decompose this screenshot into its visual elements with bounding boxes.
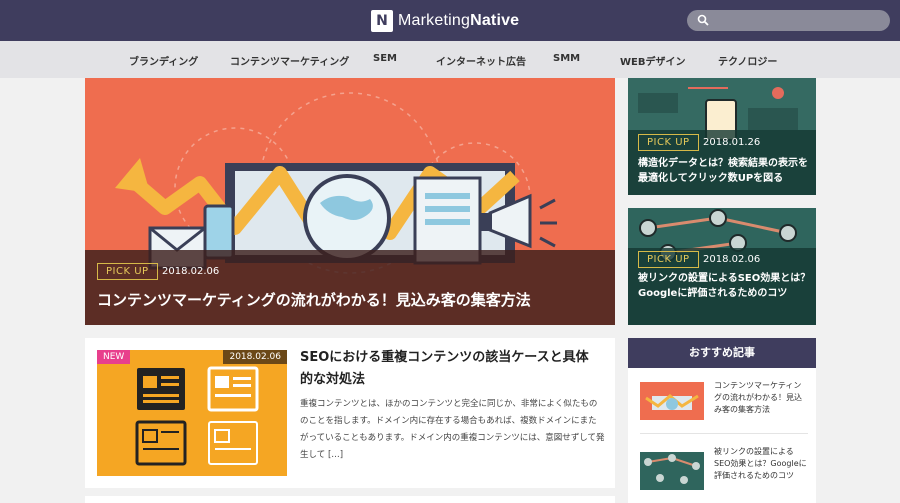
search-icon — [697, 14, 709, 26]
article-thumbnail[interactable]: NEW 2018.02.06 — [97, 350, 287, 476]
category-nav: ブランディング コンテンツマーケティング SEM インターネット広告 SMM W… — [0, 41, 900, 78]
hero-date: 2018.02.06 — [162, 266, 220, 277]
nav-item-technology[interactable]: テクノロジー — [718, 53, 777, 68]
recommended-thumb-art-1 — [645, 394, 699, 410]
recommended-item-2[interactable]: 被リンクの設置によるSEO効果とは？Googleに評価されるためのコツ — [640, 446, 810, 494]
side-date-1: 2018.01.26 — [703, 137, 761, 148]
side-article-2[interactable]: PICK UP 2018.02.06 被リンクの設置によるSEO効果とは？Goo… — [628, 208, 816, 325]
nav-item-web-design[interactable]: WEBデザイン — [620, 53, 685, 68]
search-input[interactable] — [687, 10, 890, 31]
recommended-text-2[interactable]: 被リンクの設置によるSEO効果とは？Googleに評価されるためのコツ — [714, 446, 808, 482]
site-logo[interactable]: N MarketingNative — [371, 9, 519, 33]
nav-item-smm[interactable]: SMM — [553, 53, 580, 64]
recommended-thumb-2[interactable] — [640, 452, 704, 490]
next-article-card[interactable] — [85, 496, 615, 503]
pickup-badge: PICK UP — [638, 251, 699, 268]
article-date: 2018.02.06 — [223, 350, 287, 364]
hero-title[interactable]: コンテンツマーケティングの流れがわかる！見込み客の集客方法 — [97, 289, 531, 310]
nav-item-internet-ads[interactable]: インターネット広告 — [436, 53, 526, 68]
side-article-1[interactable]: PICK UP 2018.01.26 構造化データとは？検索結果の表示を最適化し… — [628, 78, 816, 195]
nav-item-sem[interactable]: SEM — [373, 53, 397, 64]
article-excerpt: 重複コンテンツとは、ほかのコンテンツと完全に同じか、非常によく似たもののことを指… — [300, 399, 605, 460]
hero-article[interactable]: PICK UP 2018.02.06 コンテンツマーケティングの流れがわかる！見… — [85, 78, 615, 325]
logo-mark-icon: N — [371, 10, 393, 32]
side-title-1[interactable]: 構造化データとは？検索結果の表示を最適化してクリック数UPを図る — [638, 156, 812, 186]
recommended-text-1[interactable]: コンテンツマーケティングの流れがわかる！見込み客の集客方法 — [714, 380, 808, 416]
nav-item-content-marketing[interactable]: コンテンツマーケティング — [230, 53, 349, 68]
recommended-thumb-1[interactable] — [640, 382, 704, 420]
pickup-badge: PICK UP — [638, 134, 699, 151]
pickup-badge: PICK UP — [97, 263, 158, 280]
recommended-heading: おすすめ記事 — [628, 338, 816, 368]
side-date-2: 2018.02.06 — [703, 254, 761, 265]
new-badge: NEW — [97, 350, 131, 364]
site-header: N MarketingNative — [0, 0, 900, 41]
recommended-thumb-art-2 — [644, 454, 700, 484]
nav-item-branding[interactable]: ブランディング — [129, 53, 198, 68]
logo-text: MarketingNative — [398, 12, 520, 29]
recommended-item-1[interactable]: コンテンツマーケティングの流れがわかる！見込み客の集客方法 — [640, 380, 810, 422]
article-card[interactable]: NEW 2018.02.06 SEOにおける重複コンテンツの該当ケースと具体的な… — [85, 338, 615, 488]
newspaper-illustration — [135, 366, 259, 466]
recommended-list: コンテンツマーケティングの流れがわかる！見込み客の集客方法 被リンクの設置による… — [628, 368, 816, 503]
article-title[interactable]: SEOにおける重複コンテンツの該当ケースと具体的な対処法 — [300, 347, 600, 391]
hero-overlay — [85, 250, 615, 325]
side-title-2[interactable]: 被リンクの設置によるSEO効果とは？Googleに評価されるためのコツ — [638, 271, 812, 301]
divider — [640, 433, 808, 434]
